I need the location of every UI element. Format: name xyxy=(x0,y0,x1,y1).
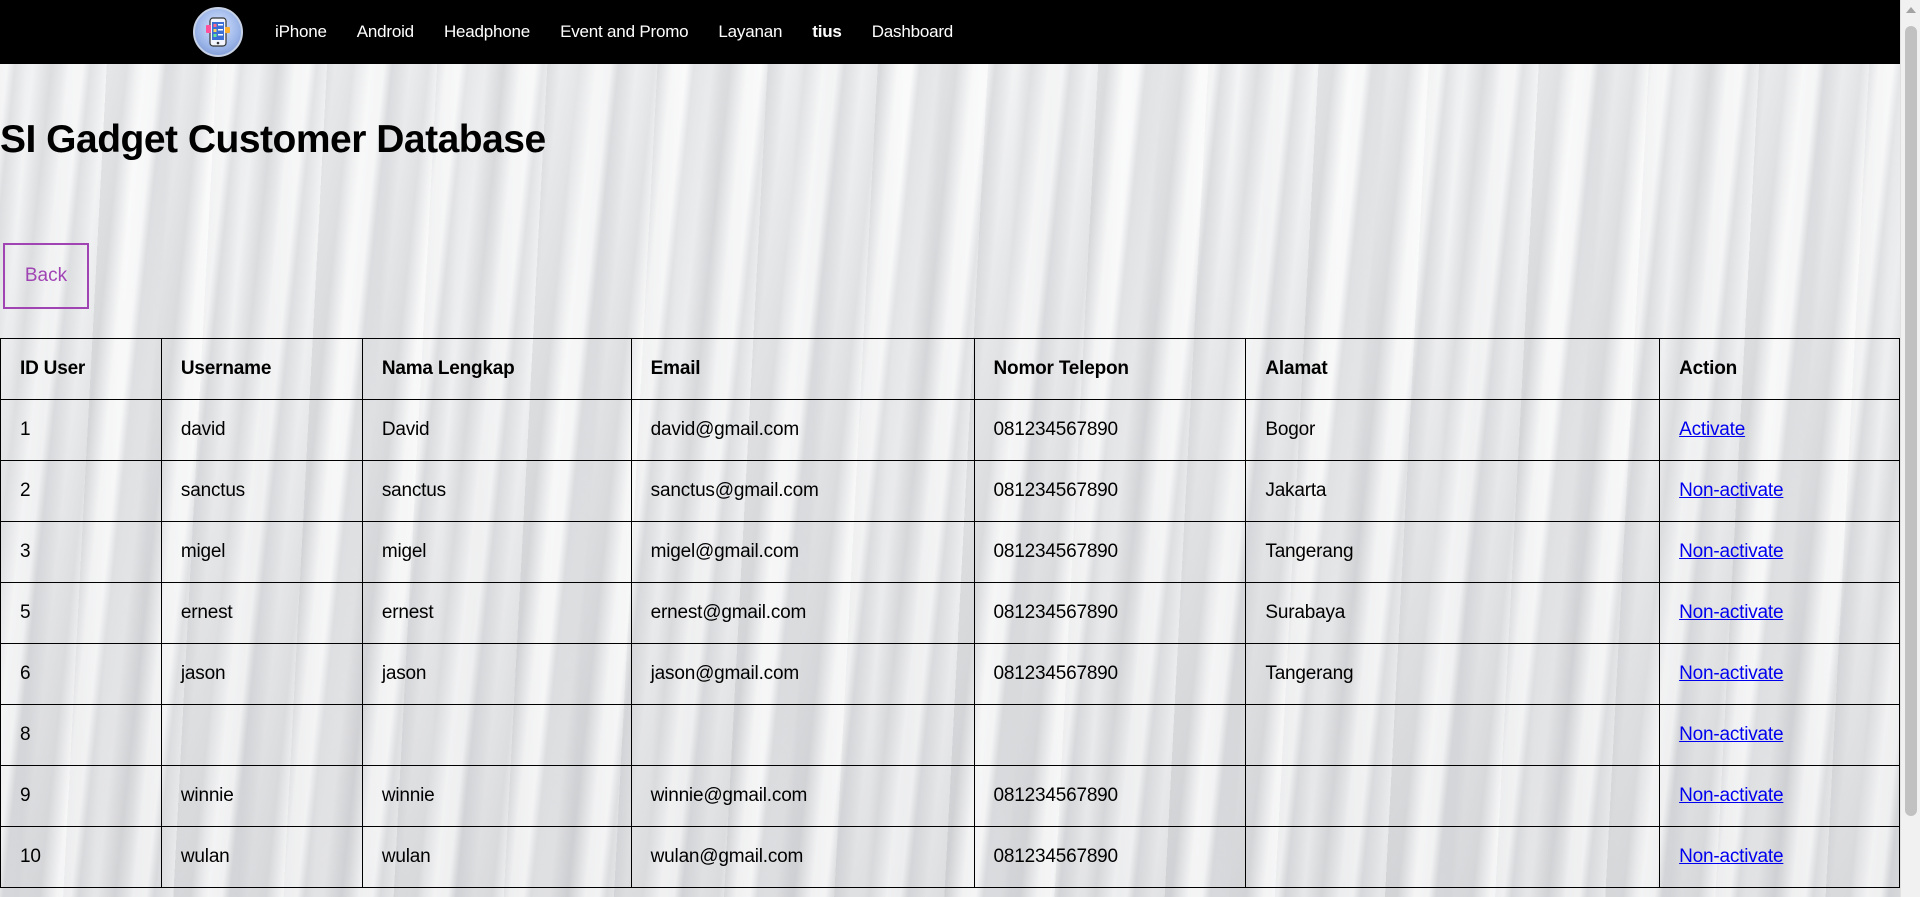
nav-link-dashboard[interactable]: Dashboard xyxy=(872,22,954,42)
cell-email xyxy=(630,704,975,766)
header-nama-lengkap: Nama Lengkap xyxy=(361,338,632,400)
cell-action: Non-activate xyxy=(1659,826,1900,888)
header-email: Email xyxy=(630,338,975,400)
header-nomor-telepon: Nomor Telepon xyxy=(973,338,1247,400)
action-link[interactable]: Non-activate xyxy=(1679,541,1783,562)
cell-action: Non-activate xyxy=(1659,704,1900,766)
top-navbar: iPhone Android Headphone Event and Promo… xyxy=(0,0,1900,64)
phone-store-logo-icon[interactable] xyxy=(193,7,243,57)
cell-action: Non-activate xyxy=(1659,765,1900,827)
cell-email: wulan@gmail.com xyxy=(630,826,975,888)
cell-nama-lengkap: jason xyxy=(361,643,632,705)
nav-links: iPhone Android Headphone Event and Promo… xyxy=(275,0,983,64)
cell-username: ernest xyxy=(160,582,363,644)
cell-nomor-telepon: 081234567890 xyxy=(973,826,1247,888)
action-link[interactable]: Non-activate xyxy=(1679,785,1783,806)
cell-alamat: Bogor xyxy=(1245,399,1661,461)
cell-email: jason@gmail.com xyxy=(630,643,975,705)
cell-nomor-telepon: 081234567890 xyxy=(973,582,1247,644)
cell-action: Activate xyxy=(1659,399,1900,461)
cell-nomor-telepon xyxy=(973,704,1247,766)
cell-nama-lengkap: ernest xyxy=(361,582,632,644)
table-row: 8 Non-activate xyxy=(0,704,1900,766)
table-row: 5 ernest ernest ernest@gmail.com 08123456789… xyxy=(0,582,1900,644)
action-link[interactable]: Activate xyxy=(1679,419,1745,440)
cell-nama-lengkap: sanctus xyxy=(361,460,632,522)
cell-id-user: 8 xyxy=(0,704,162,766)
cell-email: winnie@gmail.com xyxy=(630,765,975,827)
table-row: 6 jason jason jason@gmail.com 081234567890 Ta… xyxy=(0,643,1900,705)
cell-alamat: Tangerang xyxy=(1245,643,1661,705)
cell-username xyxy=(160,704,363,766)
customer-table: ID User Username Nama Lengkap Email Nomor Te… xyxy=(0,338,1900,888)
nav-link-event-promo[interactable]: Event and Promo xyxy=(560,22,689,42)
cell-alamat: Jakarta xyxy=(1245,460,1661,522)
action-link[interactable]: Non-activate xyxy=(1679,846,1783,867)
action-link[interactable]: Non-activate xyxy=(1679,724,1783,745)
header-action: Action xyxy=(1659,338,1900,400)
cell-email: david@gmail.com xyxy=(630,399,975,461)
cell-id-user: 2 xyxy=(0,460,162,522)
cell-username: david xyxy=(160,399,363,461)
back-button[interactable]: Back xyxy=(3,243,89,309)
cell-email: ernest@gmail.com xyxy=(630,582,975,644)
cell-alamat: Surabaya xyxy=(1245,582,1661,644)
cell-alamat: Tangerang xyxy=(1245,521,1661,583)
scrollbar-thumb[interactable] xyxy=(1905,26,1917,816)
cell-nomor-telepon: 081234567890 xyxy=(973,765,1247,827)
cell-id-user: 9 xyxy=(0,765,162,827)
header-username: Username xyxy=(160,338,363,400)
cell-nama-lengkap: winnie xyxy=(361,765,632,827)
table-row: 10 wulan wulan wulan@gmail.com 081234567890 N… xyxy=(0,826,1900,888)
cell-nama-lengkap: David xyxy=(361,399,632,461)
nav-link-android[interactable]: Android xyxy=(357,22,414,42)
cell-nomor-telepon: 081234567890 xyxy=(973,399,1247,461)
nav-link-user[interactable]: tius xyxy=(812,22,842,42)
cell-id-user: 5 xyxy=(0,582,162,644)
cell-alamat xyxy=(1245,765,1661,827)
page-title: SI Gadget Customer Database xyxy=(0,118,546,161)
cell-nomor-telepon: 081234567890 xyxy=(973,460,1247,522)
nav-link-layanan[interactable]: Layanan xyxy=(718,22,782,42)
action-link[interactable]: Non-activate xyxy=(1679,663,1783,684)
table-body: 1 david David david@gmail.com 081234567890 Bo… xyxy=(0,399,1900,888)
cell-id-user: 1 xyxy=(0,399,162,461)
table-row: 2 sanctus sanctus sanctus@gmail.com 08123456… xyxy=(0,460,1900,522)
cell-id-user: 3 xyxy=(0,521,162,583)
vertical-scrollbar[interactable] xyxy=(1900,0,1920,897)
nav-link-headphone[interactable]: Headphone xyxy=(444,22,530,42)
cell-alamat xyxy=(1245,704,1661,766)
table-row: 9 winnie winnie winnie@gmail.com 08123456789… xyxy=(0,765,1900,827)
cell-username: sanctus xyxy=(160,460,363,522)
cell-nama-lengkap: wulan xyxy=(361,826,632,888)
cell-nama-lengkap: migel xyxy=(361,521,632,583)
table-row: 1 david David david@gmail.com 081234567890 Bo… xyxy=(0,399,1900,461)
cell-nomor-telepon: 081234567890 xyxy=(973,643,1247,705)
nav-link-iphone[interactable]: iPhone xyxy=(275,22,327,42)
cell-nomor-telepon: 081234567890 xyxy=(973,521,1247,583)
cell-action: Non-activate xyxy=(1659,582,1900,644)
cell-username: wulan xyxy=(160,826,363,888)
cell-nama-lengkap xyxy=(361,704,632,766)
table-row: 3 migel migel migel@gmail.com 081234567890 Ta… xyxy=(0,521,1900,583)
cell-id-user: 10 xyxy=(0,826,162,888)
cell-username: migel xyxy=(160,521,363,583)
cell-username: jason xyxy=(160,643,363,705)
cell-email: migel@gmail.com xyxy=(630,521,975,583)
header-id-user: ID User xyxy=(0,338,162,400)
cell-action: Non-activate xyxy=(1659,460,1900,522)
action-link[interactable]: Non-activate xyxy=(1679,602,1783,623)
action-link[interactable]: Non-activate xyxy=(1679,480,1783,501)
cell-action: Non-activate xyxy=(1659,521,1900,583)
cell-id-user: 6 xyxy=(0,643,162,705)
cell-username: winnie xyxy=(160,765,363,827)
table-header-row: ID User Username Nama Lengkap Email Nomor Te… xyxy=(0,338,1900,400)
header-alamat: Alamat xyxy=(1245,338,1661,400)
scroll-up-icon[interactable] xyxy=(1906,7,1916,13)
cell-action: Non-activate xyxy=(1659,643,1900,705)
cell-email: sanctus@gmail.com xyxy=(630,460,975,522)
cell-alamat xyxy=(1245,826,1661,888)
